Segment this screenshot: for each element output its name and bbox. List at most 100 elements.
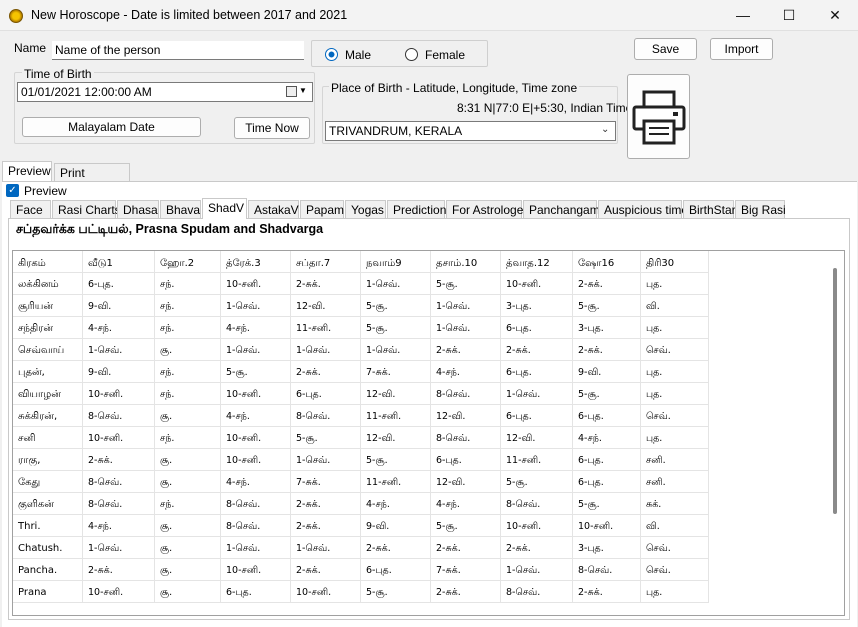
place-value: TRIVANDRUM, KERALA xyxy=(329,124,463,138)
table-row: சூரியன் 9-வி. சந். 1-செவ். 12-வி. 5-சூ. 1-செவ்… xyxy=(13,295,709,317)
table-cell: 1-செவ். xyxy=(361,339,431,360)
table-cell: 6-புத. xyxy=(291,383,361,404)
tab-birthstar[interactable]: BirthStar xyxy=(683,200,736,218)
table-cell: சந். xyxy=(155,317,221,338)
tab-papam[interactable]: Papam xyxy=(300,200,344,218)
time-now-button[interactable]: Time Now xyxy=(234,117,310,139)
table-cell: சந். xyxy=(155,383,221,404)
column-header: ஹோ.2 xyxy=(155,251,221,272)
print-button[interactable] xyxy=(627,74,690,159)
table-header-row: கிரகம் வீடு1 ஹோ.2 த்ரேக்.3 சப்தா.7 நவாம்9 தசாம… xyxy=(13,251,709,273)
table-cell: 2-சுக். xyxy=(431,581,501,602)
scrollbar-thumb[interactable] xyxy=(833,268,837,514)
tab-shadv[interactable]: ShadV xyxy=(202,198,247,219)
table-row: லக்கினம் 6-புத. சந். 10-சனி. 2-சுக். 1-செவ். 5… xyxy=(13,273,709,295)
tab-dhasa[interactable]: Dhasa xyxy=(117,200,159,218)
preview-checkbox-label: Preview xyxy=(24,184,67,198)
tab-rasi-charts[interactable]: Rasi Charts xyxy=(52,200,121,218)
tab-big-rasi[interactable]: Big Rasi xyxy=(735,200,786,218)
table-cell: 5-சூ. xyxy=(361,317,431,338)
table-cell: 8-செவ். xyxy=(221,493,291,514)
table-cell: சந். xyxy=(155,273,221,294)
table-cell: 11-சனி. xyxy=(361,405,431,426)
table-cell: 4-சந். xyxy=(221,471,291,492)
table-cell: 1-செவ். xyxy=(221,537,291,558)
table-cell: 5-சூ. xyxy=(361,581,431,602)
printer-icon xyxy=(632,90,685,144)
preview-checkbox[interactable]: ✓ xyxy=(6,184,19,197)
table-cell: சுக். xyxy=(641,493,709,514)
save-button[interactable]: Save xyxy=(634,38,697,60)
table-row: செவ்வாய் 1-செவ். சூ. 1-செவ். 1-செவ். 1-செவ். 2… xyxy=(13,339,709,361)
table-cell: செவ். xyxy=(641,405,709,426)
table-cell: 11-சனி. xyxy=(501,449,573,470)
tab-astakav[interactable]: AstakaV xyxy=(248,200,299,218)
chevron-down-icon[interactable]: ⌄ xyxy=(601,124,609,135)
minimize-button[interactable]: — xyxy=(720,0,766,30)
table-cell: 8-செவ். xyxy=(83,493,155,514)
table-row: குளிகன் 8-செவ். சந். 8-செவ். 2-சுக். 4-சந். 4-… xyxy=(13,493,709,515)
table-cell: 5-சூ. xyxy=(501,471,573,492)
female-radio[interactable] xyxy=(405,48,418,61)
table-cell: 1-செவ். xyxy=(221,339,291,360)
table-cell: சந். xyxy=(155,295,221,316)
table-row: சுக்கிரன், 8-செவ். சூ. 4-சந். 8-செவ். 11-சனி.… xyxy=(13,405,709,427)
table-cell: 2-சுக். xyxy=(291,273,361,294)
table-cell: 1-செவ். xyxy=(501,383,573,404)
table-cell: 4-சந். xyxy=(221,317,291,338)
birth-datetime-picker[interactable]: 01/01/2021 12:00:00 AM xyxy=(17,82,313,102)
table-cell: லக்கினம் xyxy=(13,273,83,294)
tab-preview[interactable]: Preview xyxy=(2,161,52,181)
table-row: Pancha. 2-சுக். சூ. 10-சனி. 2-சுக். 6-புத. 7-ச… xyxy=(13,559,709,581)
name-label: Name xyxy=(14,41,47,55)
table-cell: 1-செவ். xyxy=(83,537,155,558)
male-radio[interactable] xyxy=(325,48,338,61)
tab-for-astrologer[interactable]: For Astrologer xyxy=(446,200,527,218)
import-button[interactable]: Import xyxy=(710,38,773,60)
chevron-down-icon[interactable]: ▼ xyxy=(299,86,307,95)
maximize-button[interactable]: ☐ xyxy=(766,0,812,30)
tab-prediction[interactable]: Prediction xyxy=(387,200,446,218)
table-row: Chatush. 1-செவ். சூ. 1-செவ். 1-செவ். 2-சுக். 2… xyxy=(13,537,709,559)
birth-datetime-value: 01/01/2021 12:00:00 AM xyxy=(21,85,152,99)
table-cell: 10-சனி. xyxy=(221,273,291,294)
table-cell: 2-சுக். xyxy=(291,559,361,580)
shadvarga-table[interactable]: கிரகம் வீடு1 ஹோ.2 த்ரேக்.3 சப்தா.7 நவாம்9 தசாம… xyxy=(12,250,845,616)
name-input[interactable]: Name of the person xyxy=(52,41,304,60)
table-cell: 2-சுக். xyxy=(291,493,361,514)
close-button[interactable]: ✕ xyxy=(812,0,858,30)
table-row: சனி 10-சனி. சந். 10-சனி. 5-சூ. 12-வி. 8-செவ். 1… xyxy=(13,427,709,449)
table-cell: 2-சுக். xyxy=(501,537,573,558)
tab-print-contents[interactable]: Print Contents xyxy=(54,163,130,194)
table-cell: 8-செவ். xyxy=(501,581,573,602)
table-cell: 8-செவ். xyxy=(431,427,501,448)
table-cell: 5-சூ. xyxy=(573,295,641,316)
table-cell: 5-சூ. xyxy=(431,515,501,536)
column-header: த்ரேக்.3 xyxy=(221,251,291,272)
table-cell: 10-சனி. xyxy=(221,559,291,580)
malayalam-date-button[interactable]: Malayalam Date xyxy=(22,117,201,137)
table-cell: 12-வி. xyxy=(361,427,431,448)
calendar-icon[interactable] xyxy=(286,86,297,97)
window-title: New Horoscope - Date is limited between … xyxy=(31,8,348,22)
tab-auspicious-time[interactable]: Auspicious time xyxy=(598,200,688,218)
table-row: ராகு, 2-சுக். சூ. 10-சனி. 1-செவ். 5-சூ. 6-புத.… xyxy=(13,449,709,471)
table-row: சந்திரன் 4-சந். சந். 4-சந். 11-சனி. 5-சூ. 1-செ… xyxy=(13,317,709,339)
table-cell: புத. xyxy=(641,581,709,602)
tab-bhava[interactable]: Bhava xyxy=(160,200,201,218)
table-cell: வி. xyxy=(641,295,709,316)
table-cell: 10-சனி. xyxy=(83,427,155,448)
tab-face[interactable]: Face xyxy=(10,200,51,218)
table-cell: சூ. xyxy=(155,515,221,536)
place-select[interactable]: TRIVANDRUM, KERALA xyxy=(325,121,616,141)
table-cell: 6-புத. xyxy=(431,449,501,470)
table-cell: 3-புத. xyxy=(573,317,641,338)
tab-panchangam[interactable]: Panchangam xyxy=(523,200,600,218)
table-cell: 1-செவ். xyxy=(501,559,573,580)
table-cell: 6-புத. xyxy=(501,361,573,382)
table-cell: 6-புத. xyxy=(83,273,155,294)
table-cell: 2-சுக். xyxy=(431,537,501,558)
place-of-birth-label: Place of Birth - Latitude, Longitude, Ti… xyxy=(329,81,580,95)
table-cell: 10-சனி. xyxy=(501,515,573,536)
tab-yogas[interactable]: Yogas xyxy=(345,200,386,218)
